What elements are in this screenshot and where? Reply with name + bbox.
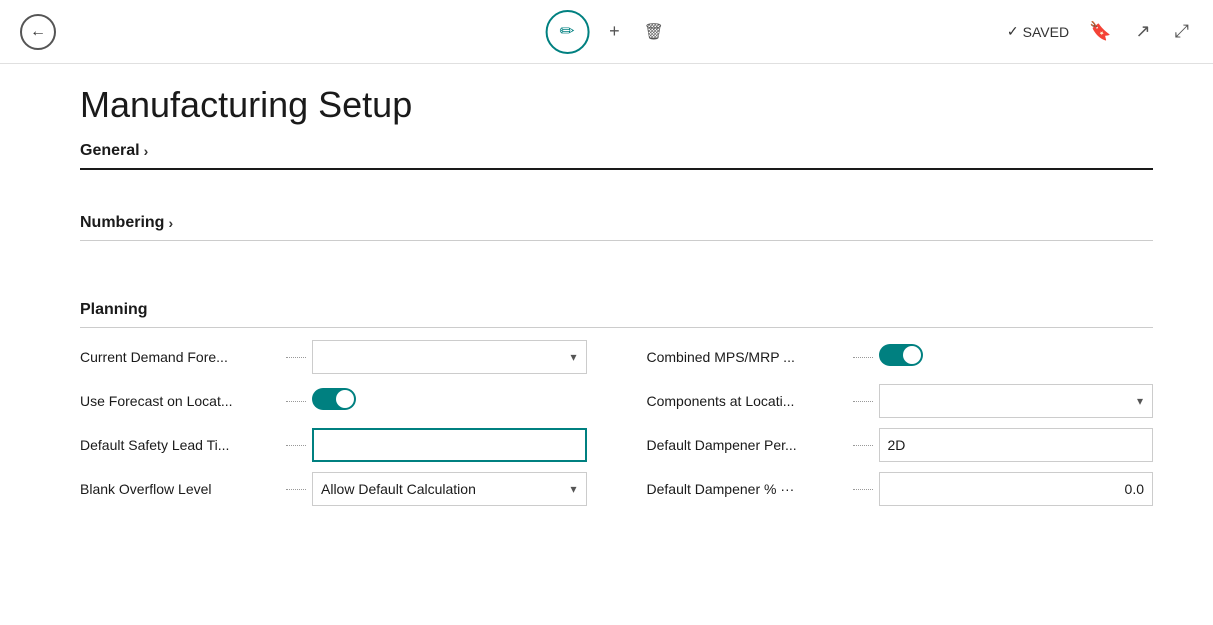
general-section-header[interactable]: General ›	[80, 142, 1153, 170]
field-label-default-dampener-pct: Default Dampener % ···	[647, 481, 847, 497]
field-default-dampener-pct: Default Dampener % ···	[647, 470, 1154, 508]
field-components-at-locati: Components at Locati... ▾	[647, 382, 1154, 420]
toolbar: ← ✏ + 🗑 ✓ SAVED 🔖 ↗ ⤢	[0, 0, 1213, 64]
saved-text: SAVED	[1023, 24, 1069, 40]
planning-label: Planning	[80, 301, 148, 319]
planning-section-title: Planning	[80, 301, 148, 319]
control-components-at-locati: ▾	[879, 384, 1154, 418]
toolbar-center: ✏ + 🗑	[545, 10, 668, 54]
bookmark-button[interactable]: 🔖	[1085, 17, 1115, 46]
edit-button[interactable]: ✏	[545, 10, 589, 54]
control-current-demand-fore: ▾	[312, 340, 587, 374]
field-label-combined-mps-mrp: Combined MPS/MRP ...	[647, 349, 847, 365]
dots-current-demand-fore	[286, 357, 306, 358]
back-button[interactable]: ←	[20, 14, 56, 50]
back-icon: ←	[30, 23, 46, 41]
edit-icon: ✏	[560, 21, 575, 42]
field-label-default-dampener-per: Default Dampener Per...	[647, 437, 847, 453]
saved-indicator: ✓ SAVED	[1007, 23, 1069, 40]
add-icon: +	[609, 21, 620, 42]
check-icon: ✓	[1007, 23, 1019, 40]
field-label-use-forecast-on-locat: Use Forecast on Locat...	[80, 393, 280, 409]
expand-icon: ⤢	[1175, 21, 1189, 42]
input-default-dampener-pct[interactable]	[879, 472, 1154, 506]
planning-section: Planning Current Demand Fore... ▾ Combi	[80, 301, 1153, 508]
control-default-safety-lead-ti	[312, 428, 587, 462]
dots-combined-mps-mrp	[853, 357, 873, 358]
export-icon: ↗	[1136, 21, 1151, 42]
expand-button[interactable]: ⤢	[1171, 17, 1193, 46]
numbering-chevron-icon: ›	[168, 215, 173, 231]
numbering-label: Numbering	[80, 214, 164, 232]
field-default-dampener-per: Default Dampener Per...	[647, 426, 1154, 464]
general-label: General	[80, 142, 140, 160]
field-use-forecast-on-locat: Use Forecast on Locat...	[80, 382, 587, 420]
toggle-use-forecast-on-locat[interactable]	[312, 388, 356, 410]
planning-divider	[80, 327, 1153, 328]
field-default-safety-lead-ti: Default Safety Lead Ti...	[80, 426, 587, 464]
field-label-default-safety-lead-ti: Default Safety Lead Ti...	[80, 437, 280, 453]
field-combined-mps-mrp: Combined MPS/MRP ...	[647, 338, 1154, 376]
control-default-dampener-per	[879, 428, 1154, 462]
field-blank-overflow-level: Blank Overflow Level Allow Default Calcu…	[80, 470, 587, 508]
add-button[interactable]: +	[605, 17, 624, 46]
dots-default-dampener-per	[853, 445, 873, 446]
field-label-current-demand-fore: Current Demand Fore...	[80, 349, 280, 365]
input-default-safety-lead-ti[interactable]	[312, 428, 587, 462]
toggle-combined-mps-mrp[interactable]	[879, 344, 923, 366]
delete-button[interactable]: 🗑	[640, 18, 668, 46]
planning-fields-grid: Current Demand Fore... ▾ Combined MPS/MR…	[80, 338, 1153, 508]
dots-default-dampener-pct	[853, 489, 873, 490]
export-button[interactable]: ↗	[1132, 17, 1155, 46]
toolbar-left: ←	[20, 14, 56, 50]
page-content: Manufacturing Setup General › Numbering …	[0, 64, 1213, 528]
field-label-blank-overflow-level: Blank Overflow Level	[80, 481, 280, 497]
control-blank-overflow-level: Allow Default Calculation ▾	[312, 472, 587, 506]
field-current-demand-fore: Current Demand Fore... ▾	[80, 338, 587, 376]
control-combined-mps-mrp	[879, 344, 1154, 371]
select-components-at-locati[interactable]	[879, 384, 1154, 418]
toolbar-right: ✓ SAVED 🔖 ↗ ⤢	[1007, 17, 1193, 46]
select-current-demand-fore[interactable]	[312, 340, 587, 374]
input-default-dampener-per[interactable]	[879, 428, 1154, 462]
numbering-section-title: Numbering ›	[80, 214, 173, 232]
toggle-knob	[903, 346, 921, 364]
page-title: Manufacturing Setup	[80, 84, 1153, 126]
numbering-section-header[interactable]: Numbering ›	[80, 214, 1153, 241]
delete-icon: 🗑	[644, 22, 664, 42]
dots-blank-overflow-level	[286, 489, 306, 490]
select-blank-overflow-level[interactable]: Allow Default Calculation	[312, 472, 587, 506]
control-use-forecast-on-locat	[312, 388, 587, 415]
toggle-knob-2	[336, 390, 354, 408]
general-section-title: General ›	[80, 142, 148, 160]
dots-default-safety-lead-ti	[286, 445, 306, 446]
control-default-dampener-pct	[879, 472, 1154, 506]
general-chevron-icon: ›	[144, 143, 149, 159]
dots-components-at-locati	[853, 401, 873, 402]
dots-use-forecast-on-locat	[286, 401, 306, 402]
field-label-components-at-locati: Components at Locati...	[647, 393, 847, 409]
bookmark-icon: 🔖	[1089, 21, 1111, 42]
